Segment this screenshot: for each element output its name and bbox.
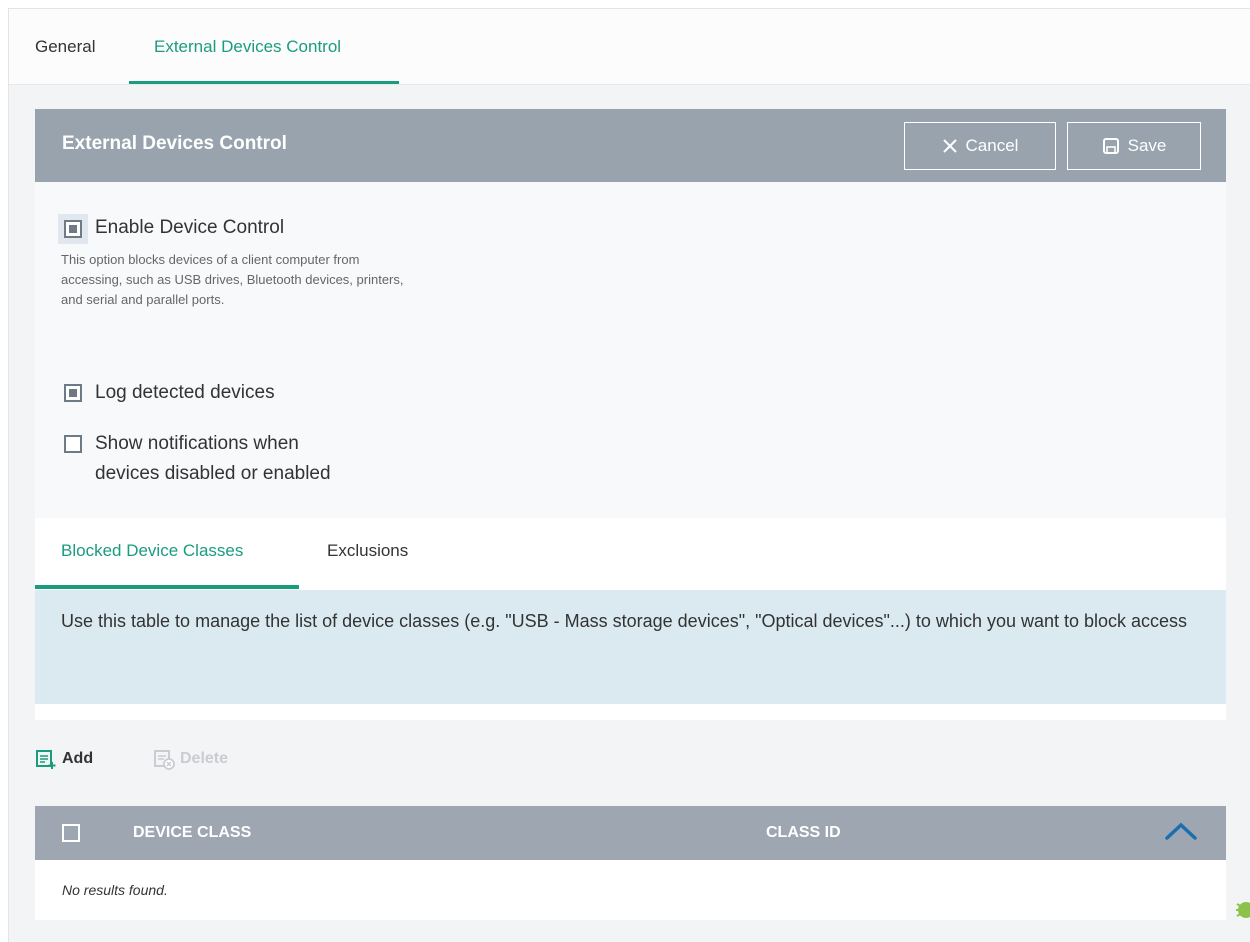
enable-device-control-description: This option blocks devices of a client c… [61,252,404,307]
panel-title: External Devices Control [62,133,287,154]
delete-label: Delete [180,750,229,767]
info-banner: Use this table to manage the list of dev… [35,590,1226,704]
cancel-label: Cancel [965,136,1019,155]
enable-device-control-label: Enable Device Control [95,217,285,238]
table-body: No results found. [35,860,1226,920]
select-all-checkbox[interactable] [62,824,80,842]
log-detected-devices-checkbox[interactable] [64,384,82,402]
tab-external-devices-control[interactable]: External Devices Control [154,37,341,57]
show-notifications-label-line1: Show notifications when [95,433,299,454]
add-label: Add [62,750,94,767]
save-label: Save [1127,136,1167,155]
log-detected-devices-label: Log detected devices [95,382,275,403]
add-list-icon [36,750,56,769]
cancel-button[interactable]: Cancel [904,122,1056,170]
bug-icon[interactable] [1233,888,1250,928]
page-frame: General External Devices Control Externa… [8,8,1250,942]
show-notifications-label-line2: devices disabled or enabled [95,463,331,484]
add-button[interactable]: Add [35,748,93,770]
delete-list-icon [154,750,175,770]
tab-general[interactable]: General [35,37,95,57]
close-icon [942,139,957,153]
table-header: DEVICE CLASS CLASS ID [35,806,1226,860]
save-button[interactable]: Save [1067,122,1201,170]
enable-device-control-checkbox[interactable] [64,220,82,238]
save-icon [1102,138,1119,154]
tab-blocked-device-classes[interactable]: Blocked Device Classes [61,541,243,561]
delete-button[interactable]: Delete [153,748,228,770]
empty-message: No results found. [62,882,168,898]
column-device-class[interactable]: DEVICE CLASS [133,824,251,842]
column-class-id[interactable]: CLASS ID [766,824,841,842]
tab-exclusions[interactable]: Exclusions [327,541,408,561]
panel-header: External Devices Control Cancel Save [35,109,1226,182]
table-toolbar: Add Delete [9,720,1226,806]
active-tab-indicator [129,81,399,84]
active-subtab-indicator [35,585,299,589]
external-devices-panel: External Devices Control Cancel Save Ena… [9,109,1226,920]
top-tab-bar: General External Devices Control [9,9,1250,85]
chevron-up-icon[interactable] [1164,820,1198,842]
show-notifications-checkbox[interactable] [64,435,82,453]
